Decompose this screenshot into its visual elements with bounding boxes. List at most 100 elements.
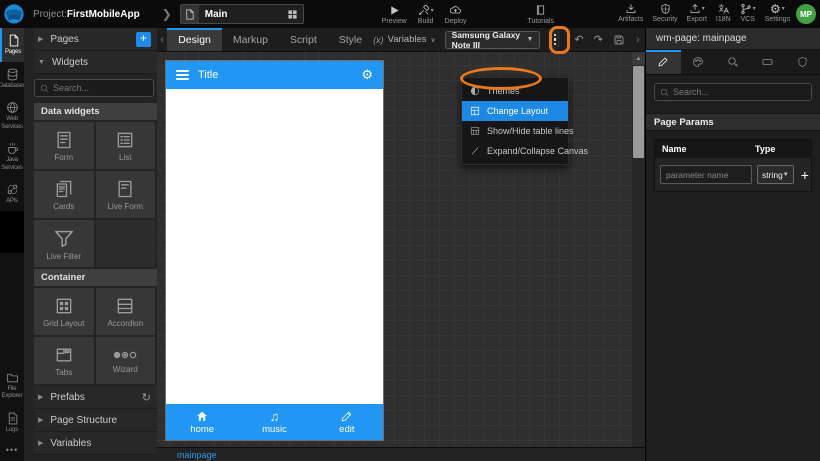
collapsed-triangle-icon: ▶ xyxy=(38,393,43,401)
phone-settings-gear-icon[interactable]: ⚙ xyxy=(361,67,373,83)
tab-markup[interactable]: Markup xyxy=(222,28,279,51)
menu-item-expand-collapse-canvas[interactable]: Expand/Collapse Canvas xyxy=(462,141,568,161)
vcs-icon xyxy=(740,3,752,15)
rail-item-pages[interactable]: Pages xyxy=(0,28,24,62)
widget-tile-grid-layout[interactable]: Grid Layout xyxy=(34,288,94,335)
phone-bottom-nav: home ♫ music edit xyxy=(166,404,383,440)
collapsed-triangle-icon: ▶ xyxy=(38,416,43,424)
nav-item-music[interactable]: ♫ music xyxy=(238,404,310,440)
preview-button[interactable]: Preview xyxy=(382,4,407,25)
tabs-icon xyxy=(54,345,74,365)
caret-down-icon: ▾ xyxy=(431,7,434,14)
menu-item-themes[interactable]: Themes xyxy=(462,81,568,101)
widget-tile-live-form[interactable]: Live Form xyxy=(96,171,156,218)
phone-mockup[interactable]: Title ⚙ home ♫ music edit xyxy=(165,60,384,441)
device-icon xyxy=(761,56,774,68)
add-parameter-button[interactable]: + xyxy=(799,168,811,182)
widget-tile-list[interactable]: List xyxy=(96,122,156,169)
tab-style[interactable]: Style xyxy=(328,28,373,51)
prefabs-section-header[interactable]: ▶ Prefabs ↻ xyxy=(34,386,157,409)
canvas-options-kebab-button[interactable] xyxy=(549,30,560,49)
rail-item-databases[interactable]: Databases xyxy=(0,62,24,96)
user-avatar[interactable]: MP xyxy=(796,4,816,24)
widgets-search[interactable] xyxy=(34,79,154,97)
properties-search-input[interactable] xyxy=(673,87,806,97)
caret-down-icon: ▾ xyxy=(782,5,785,12)
widget-tile-tabs[interactable]: Tabs xyxy=(34,337,94,384)
caret-down-icon: ▼ xyxy=(783,172,789,178)
canvas-status-bar: mainpage xyxy=(157,447,645,461)
parameter-type-select[interactable]: string ▼ xyxy=(757,165,794,184)
phone-content[interactable] xyxy=(166,89,383,404)
container-widgets-grid: Grid Layout Accordion Tabs Wizard xyxy=(34,286,157,386)
export-button[interactable]: ▾ Export xyxy=(687,2,707,23)
widgets-section-header[interactable]: ▼ Widgets xyxy=(34,51,157,74)
pages-grid-icon[interactable] xyxy=(287,9,298,20)
tab-script[interactable]: Script xyxy=(279,28,328,51)
menu-item-show-hide-table-lines[interactable]: Show/Hide table lines xyxy=(462,121,568,141)
collapsed-triangle-icon: ▶ xyxy=(38,439,43,447)
scrollbar-thumb[interactable] xyxy=(633,66,644,158)
logs-icon xyxy=(6,412,19,425)
variables-button[interactable]: (x) Variables ∨ xyxy=(373,28,436,51)
nav-item-edit[interactable]: edit xyxy=(311,404,383,440)
settings-button[interactable]: ⚙▾ Settings xyxy=(765,2,790,23)
redo-button[interactable]: ↷ xyxy=(594,33,603,46)
collapse-left-chevron-icon[interactable]: ‹ xyxy=(157,28,167,51)
artifacts-icon xyxy=(625,3,637,15)
params-table-row: string ▼ + xyxy=(655,158,811,191)
search-icon xyxy=(40,84,49,93)
home-icon xyxy=(195,410,209,423)
save-button[interactable] xyxy=(613,34,625,46)
device-selector[interactable]: Samsung Galaxy Note III ▼ xyxy=(445,31,541,49)
themes-icon xyxy=(470,86,480,96)
editor-toolbar: ‹ Design Markup Script Style (x) Variabl… xyxy=(157,28,645,52)
widget-tile-live-filter[interactable]: Live Filter xyxy=(34,220,94,267)
tab-properties[interactable] xyxy=(646,50,681,74)
add-page-button[interactable]: + xyxy=(136,32,151,47)
menu-item-change-layout[interactable]: Change Layout xyxy=(462,101,568,121)
canvas-vertical-scrollbar[interactable]: ▲ xyxy=(632,52,645,447)
widget-tile-form[interactable]: Form xyxy=(34,122,94,169)
undo-button[interactable]: ↶ xyxy=(574,33,583,46)
vcs-button[interactable]: ▾ VCS xyxy=(740,2,756,23)
open-page-tab-mainpage[interactable]: mainpage xyxy=(177,450,217,460)
hamburger-menu-icon[interactable] xyxy=(176,68,189,82)
tutorials-button[interactable]: Tutorials xyxy=(527,4,554,25)
artifacts-button[interactable]: Artifacts xyxy=(618,2,643,23)
properties-search[interactable] xyxy=(654,83,812,101)
properties-panel-title: wm-page: mainpage xyxy=(646,28,820,50)
refresh-icon[interactable]: ↻ xyxy=(142,391,151,404)
rail-more-button[interactable]: ••• xyxy=(0,439,24,461)
topbar-right-actions: Artifacts Security ▾ Export I18N ▾ VCS ⚙… xyxy=(618,0,790,28)
rail-item-logs[interactable]: Logs xyxy=(0,406,24,440)
tab-styles[interactable] xyxy=(681,50,716,74)
widget-tile-accordion[interactable]: Accordion xyxy=(96,288,156,335)
widgets-search-input[interactable] xyxy=(53,83,148,93)
widget-tile-wizard[interactable]: Wizard xyxy=(96,337,156,384)
data-widgets-category: Data widgets xyxy=(34,103,157,120)
rail-item-file-explorer[interactable]: File Explorer xyxy=(0,365,24,406)
build-button[interactable]: ▾ Build xyxy=(418,4,434,25)
rail-item-java-services[interactable]: Java Services xyxy=(0,136,24,177)
expand-right-chevron-icon[interactable]: › xyxy=(633,28,643,51)
tab-device[interactable] xyxy=(750,50,785,74)
tab-security[interactable] xyxy=(785,50,820,74)
scroll-up-arrow-icon[interactable]: ▲ xyxy=(632,52,645,65)
design-canvas[interactable]: Title ⚙ home ♫ music edit xyxy=(157,52,645,447)
rail-item-web-services[interactable]: Web Services xyxy=(0,95,24,136)
parameter-name-input[interactable] xyxy=(660,165,752,184)
variables-section-header[interactable]: ▶ Variables xyxy=(34,432,157,455)
i18n-button[interactable]: I18N xyxy=(716,2,731,23)
rail-item-apis[interactable]: APIs xyxy=(0,177,24,211)
page-structure-section-header[interactable]: ▶ Page Structure xyxy=(34,409,157,432)
deploy-button[interactable]: Deploy xyxy=(445,4,467,25)
pages-section-header[interactable]: ▶ Pages + xyxy=(34,28,157,51)
tab-design[interactable]: Design xyxy=(167,28,222,51)
tab-inspect[interactable] xyxy=(716,50,751,74)
collapsed-triangle-icon: ▶ xyxy=(38,35,43,43)
nav-item-home[interactable]: home xyxy=(166,404,238,440)
page-selector[interactable]: Main xyxy=(180,4,304,24)
widget-tile-cards[interactable]: Cards xyxy=(34,171,94,218)
security-button[interactable]: Security xyxy=(652,2,677,23)
